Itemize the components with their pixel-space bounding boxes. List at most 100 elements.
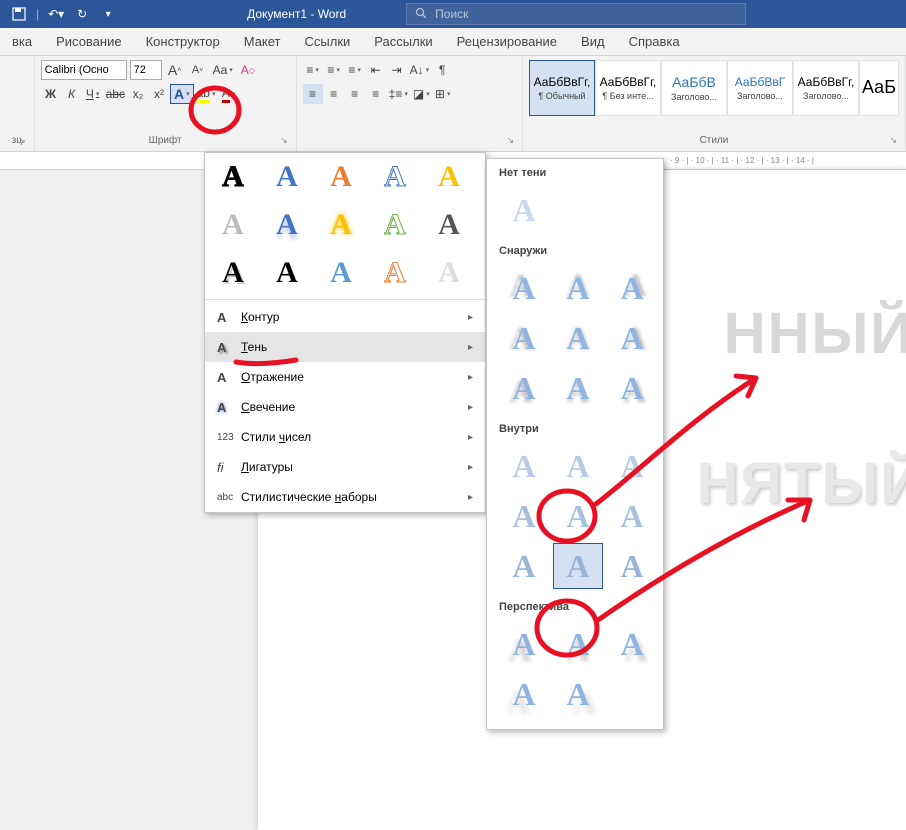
redo-button[interactable]: ↻ [71, 3, 93, 25]
grow-font-button[interactable]: A˄ [165, 60, 185, 80]
tab-mailings[interactable]: Рассылки [362, 28, 444, 55]
shadow-outer-4[interactable]: A [499, 315, 549, 361]
justify-button[interactable]: ≡ [366, 84, 386, 104]
font-launcher[interactable]: ↘ [280, 135, 288, 146]
fx-preset[interactable]: A [269, 255, 305, 291]
fx-preset[interactable]: A [323, 207, 359, 243]
numbering-button[interactable]: ≡ [324, 60, 344, 80]
multilevel-button[interactable]: ≡ [345, 60, 365, 80]
align-center-button[interactable]: ≡ [324, 84, 344, 104]
fx-preset[interactable]: A [377, 255, 413, 291]
text-effects-button[interactable]: A [170, 84, 194, 104]
fx-menu-shadow[interactable]: A Тень ▸ [205, 332, 485, 362]
show-marks-button[interactable]: ¶ [432, 60, 452, 80]
italic-button[interactable]: К [62, 84, 82, 104]
style-normal[interactable]: АаБбВвГг, ¶ Обычный [529, 60, 595, 116]
search-box[interactable]: Поиск [406, 3, 746, 25]
tab-insert[interactable]: вка [0, 28, 44, 55]
qat-customize[interactable]: ▾ [97, 3, 119, 25]
para-launcher[interactable]: ↘ [506, 135, 514, 146]
shrink-font-button[interactable]: A˅ [188, 60, 208, 80]
tab-design[interactable]: Конструктор [134, 28, 232, 55]
underline-button[interactable]: Ч [83, 84, 103, 104]
shadow-inner-5[interactable]: A [553, 493, 603, 539]
bullets-button[interactable]: ≡ [303, 60, 323, 80]
copy-button[interactable] [6, 80, 26, 100]
shading-button[interactable]: ◪ [411, 84, 432, 104]
highlight-button[interactable]: ab [195, 84, 218, 104]
shadow-outer-9[interactable]: A [607, 365, 657, 411]
tab-help[interactable]: Справка [617, 28, 692, 55]
shadow-persp-3[interactable]: A [607, 621, 657, 667]
borders-button[interactable]: ⊞ [433, 84, 453, 104]
bold-button[interactable]: Ж [41, 84, 61, 104]
fx-menu-glow[interactable]: A Свечение ▸ [205, 392, 485, 422]
styles-launcher[interactable]: ↘ [889, 135, 897, 146]
shadow-inner-9[interactable]: A [607, 543, 657, 589]
fx-preset[interactable]: A [377, 207, 413, 243]
style-no-spacing[interactable]: АаБбВвГг, ¶ Без инте... [595, 60, 661, 116]
fx-menu-number-styles[interactable]: 123 Стили чисел ▸ [205, 422, 485, 452]
align-left-button[interactable]: ≡ [303, 84, 323, 104]
fx-preset[interactable]: A [215, 255, 251, 291]
line-spacing-button[interactable]: ‡≡ [387, 84, 410, 104]
style-heading2[interactable]: АаБбВвГ Заголово... [727, 60, 793, 116]
save-button[interactable] [8, 3, 30, 25]
fx-preset[interactable]: A [323, 255, 359, 291]
tab-draw[interactable]: Рисование [44, 28, 133, 55]
sort-button[interactable]: A↓ [408, 60, 432, 80]
shadow-inner-6[interactable]: A [607, 493, 657, 539]
shadow-inner-2[interactable]: A [553, 443, 603, 489]
style-heading3[interactable]: АаБбВвГг, Заголово... [793, 60, 859, 116]
change-case-button[interactable]: Aa [211, 60, 235, 80]
fx-preset[interactable]: A [431, 207, 467, 243]
shadow-outer-8[interactable]: A [553, 365, 603, 411]
shadow-persp-2[interactable]: A [553, 621, 603, 667]
shadow-outer-3[interactable]: A [607, 265, 657, 311]
decrease-indent-button[interactable]: ⇤ [366, 60, 386, 80]
clipboard-launcher[interactable]: ↘ [18, 135, 26, 146]
style-heading1[interactable]: АаБбВ Заголово... [661, 60, 727, 116]
cut-button[interactable] [6, 60, 26, 80]
font-color-button[interactable]: A [218, 84, 238, 104]
undo-button[interactable]: ↶▾ [45, 3, 67, 25]
shadow-persp-5[interactable]: A [553, 671, 603, 717]
shadow-outer-7[interactable]: A [499, 365, 549, 411]
fx-menu-reflection[interactable]: A Отражение ▸ [205, 362, 485, 392]
shadow-none[interactable]: A [499, 187, 549, 233]
shadow-inner-1[interactable]: A [499, 443, 549, 489]
clear-formatting-button[interactable]: A◇ [238, 60, 258, 80]
fx-preset[interactable]: A [431, 159, 467, 195]
font-size-combo[interactable] [130, 60, 162, 80]
font-name-combo[interactable] [41, 60, 127, 80]
shadow-outer-1[interactable]: A [499, 265, 549, 311]
shadow-outer-6[interactable]: A [607, 315, 657, 361]
shadow-inner-4[interactable]: A [499, 493, 549, 539]
fx-preset[interactable]: A [269, 207, 305, 243]
fx-preset[interactable]: A [215, 207, 251, 243]
tab-view[interactable]: Вид [569, 28, 617, 55]
fx-preset[interactable]: A [323, 159, 359, 195]
fx-preset[interactable]: A [377, 159, 413, 195]
shadow-inner-7[interactable]: A [499, 543, 549, 589]
shadow-outer-2[interactable]: A [553, 265, 603, 311]
fx-preset[interactable]: A [269, 159, 305, 195]
align-right-button[interactable]: ≡ [345, 84, 365, 104]
tab-review[interactable]: Рецензирование [445, 28, 569, 55]
fx-menu-outline[interactable]: A Контур ▸ [205, 302, 485, 332]
format-painter[interactable] [6, 100, 26, 120]
fx-preset[interactable]: A [215, 159, 251, 195]
tab-layout[interactable]: Макет [232, 28, 293, 55]
superscript-button[interactable]: x² [149, 84, 169, 104]
fx-menu-ligatures[interactable]: fi Лигатуры ▸ [205, 452, 485, 482]
style-title[interactable]: АаБ [859, 60, 899, 116]
shadow-outer-5[interactable]: A [553, 315, 603, 361]
fx-preset[interactable]: A [431, 255, 467, 291]
increase-indent-button[interactable]: ⇥ [387, 60, 407, 80]
shadow-inner-8[interactable]: A [553, 543, 603, 589]
shadow-persp-1[interactable]: A [499, 621, 549, 667]
fx-menu-stylistic-sets[interactable]: abc Стилистические наборы ▸ [205, 482, 485, 512]
strikethrough-button[interactable]: abc [104, 84, 127, 104]
tab-references[interactable]: Ссылки [293, 28, 363, 55]
shadow-persp-4[interactable]: A [499, 671, 549, 717]
